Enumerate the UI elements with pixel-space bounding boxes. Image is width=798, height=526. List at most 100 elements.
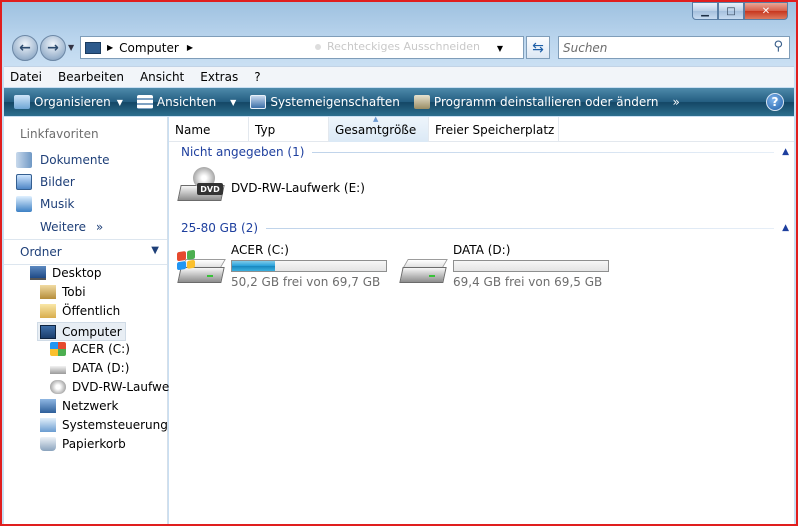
- column-name[interactable]: Name: [169, 117, 249, 142]
- favorite-music-label: Musik: [40, 197, 75, 211]
- breadcrumb-chevron-icon[interactable]: ▶: [187, 43, 193, 52]
- favorites-more-link[interactable]: Weitere »: [40, 220, 103, 234]
- system-properties-icon: [250, 95, 267, 109]
- search-icon[interactable]: ⚲: [773, 39, 783, 54]
- search-input[interactable]: Suchen: [563, 41, 607, 55]
- navigation-pane: Linkfavoriten Dokumente Bilder Musik Wei…: [4, 117, 174, 524]
- drive-details: DATA (D:) 69,4 GB frei von 69,5 GB: [453, 241, 609, 289]
- column-total-size[interactable]: ▲ Gesamtgröße: [329, 115, 429, 142]
- free-space-text: 50,2 GB frei von 69,7 GB: [231, 275, 381, 289]
- drive-details: ACER (C:) 50,2 GB frei von 69,7 GB: [231, 241, 387, 289]
- group-header-unspecified[interactable]: Nicht angegeben (1) ▲: [181, 143, 789, 161]
- system-properties-label: Systemeigenschaften: [270, 95, 400, 109]
- tree-item-network[interactable]: Netzwerk: [40, 399, 118, 413]
- tree-item-label: Tobi: [62, 285, 86, 299]
- control-panel-icon: [40, 418, 56, 432]
- tree-item-label: Netzwerk: [62, 399, 119, 413]
- capacity-bar: [453, 260, 609, 272]
- menu-ansicht[interactable]: Ansicht: [140, 70, 184, 84]
- views-icon: [136, 95, 153, 109]
- column-total-size-label: Gesamtgröße: [335, 122, 417, 137]
- tree-item-dvd[interactable]: DVD-RW-Laufwer: [50, 380, 174, 394]
- collapse-icon[interactable]: ▲: [782, 147, 789, 157]
- caption-buttons: ▁ □ ✕: [692, 2, 788, 20]
- favorite-documents[interactable]: Dokumente: [16, 152, 110, 168]
- favorite-pictures[interactable]: Bilder: [16, 174, 75, 190]
- back-button[interactable]: ←: [12, 35, 38, 61]
- capacity-fill: [232, 261, 276, 271]
- folder-icon: [40, 304, 56, 318]
- maximize-button[interactable]: □: [718, 2, 744, 20]
- tree-item-desktop[interactable]: Desktop: [30, 266, 102, 280]
- drive-acer[interactable]: ACER (C:) 50,2 GB frei von 69,7 GB: [177, 241, 387, 289]
- address-dropdown-icon[interactable]: ▼: [497, 44, 503, 53]
- tree-item-label: DVD-RW-Laufwer: [72, 380, 175, 394]
- user-folder-icon: [40, 285, 56, 299]
- tree-item-data[interactable]: DATA (D:): [50, 361, 129, 375]
- views-dropdown-icon[interactable]: ▼: [230, 98, 236, 107]
- address-bar[interactable]: ▶ Computer ▶ Rechteckiges Ausschneiden ▼: [80, 36, 524, 59]
- folders-header[interactable]: Ordner ▼: [4, 239, 167, 265]
- tree-item-label: ACER (C:): [72, 342, 130, 356]
- tree-item-acer[interactable]: ACER (C:): [50, 342, 130, 356]
- uninstall-program-button[interactable]: Programm deinstallieren oder ändern: [413, 95, 659, 109]
- forward-arrow-icon: →: [47, 40, 59, 56]
- drive-led: [429, 275, 435, 277]
- tree-item-label: Öffentlich: [62, 304, 121, 318]
- menu-bar: Datei Bearbeiten Ansicht Extras ?: [4, 66, 794, 87]
- tree-item-label: Computer: [62, 324, 122, 339]
- favorites-title: Linkfavoriten: [20, 127, 99, 141]
- tree-item-label: DATA (D:): [72, 361, 130, 375]
- organize-label: Organisieren: [34, 95, 111, 109]
- tree-item-control-panel[interactable]: Systemsteuerung: [40, 418, 168, 432]
- drive-name: DVD-RW-Laufwerk (E:): [231, 181, 365, 195]
- group-title: 25-80 GB (2): [181, 221, 259, 235]
- drive-body: [399, 267, 447, 283]
- hard-drive-icon: [50, 366, 66, 374]
- drive-led: [207, 275, 213, 277]
- minimize-button[interactable]: ▁: [692, 2, 718, 20]
- windows-logo-icon: [177, 249, 195, 271]
- forward-button[interactable]: →: [40, 35, 66, 61]
- drive-data[interactable]: DATA (D:) 69,4 GB frei von 69,5 GB: [399, 241, 609, 289]
- group-header-size-range[interactable]: 25-80 GB (2) ▲: [181, 219, 789, 237]
- tree-item-label: Papierkorb: [62, 437, 126, 451]
- snipping-ghost-text: Rechteckiges Ausschneiden: [327, 40, 480, 53]
- chevron-down-icon[interactable]: ▼: [151, 245, 159, 256]
- sort-indicator-icon: ▲: [373, 115, 379, 123]
- views-button[interactable]: Ansichten ▼: [136, 95, 236, 109]
- system-properties-button[interactable]: Systemeigenschaften: [250, 95, 400, 109]
- menu-extras[interactable]: Extras: [200, 70, 238, 84]
- menu-datei[interactable]: Datei: [10, 70, 42, 84]
- favorite-music[interactable]: Musik: [16, 196, 75, 212]
- documents-icon: [16, 152, 32, 168]
- refresh-button[interactable]: ⇆: [526, 36, 550, 59]
- group-divider: [312, 151, 775, 153]
- uninstall-program-icon: [413, 95, 430, 109]
- drive-dvd[interactable]: DVD DVD-RW-Laufwerk (E:): [177, 167, 365, 207]
- tree-item-computer[interactable]: Computer: [37, 322, 126, 341]
- menu-help[interactable]: ?: [254, 70, 260, 84]
- tree-item-public[interactable]: Öffentlich: [40, 304, 120, 318]
- recent-pages-dropdown[interactable]: ▼: [68, 43, 74, 52]
- help-button[interactable]: ?: [766, 93, 784, 111]
- tree-item-recycle-bin[interactable]: Papierkorb: [40, 437, 126, 451]
- organize-button[interactable]: Organisieren ▼: [14, 95, 123, 109]
- collapse-icon[interactable]: ▲: [782, 223, 789, 233]
- uninstall-program-label: Programm deinstallieren oder ändern: [433, 95, 659, 109]
- breadcrumb-computer[interactable]: Computer: [119, 41, 179, 55]
- folders-title: Ordner: [20, 245, 62, 259]
- menu-bearbeiten[interactable]: Bearbeiten: [58, 70, 124, 84]
- search-box[interactable]: Suchen ⚲: [558, 36, 790, 59]
- close-button[interactable]: ✕: [744, 2, 788, 20]
- dvd-drive-icon: DVD: [177, 167, 225, 207]
- more-commands-button[interactable]: »: [673, 95, 680, 109]
- column-type[interactable]: Typ: [249, 117, 329, 142]
- recycle-bin-icon: [40, 437, 56, 451]
- group-divider: [266, 227, 775, 229]
- tree-item-tobi[interactable]: Tobi: [40, 285, 86, 299]
- breadcrumb-separator-icon[interactable]: ▶: [107, 43, 113, 52]
- column-free-space[interactable]: Freier Speicherplatz: [429, 117, 559, 142]
- more-chevron-icon: »: [95, 220, 104, 234]
- column-header-row: Name Typ ▲ Gesamtgröße Freier Speicherpl…: [169, 115, 794, 142]
